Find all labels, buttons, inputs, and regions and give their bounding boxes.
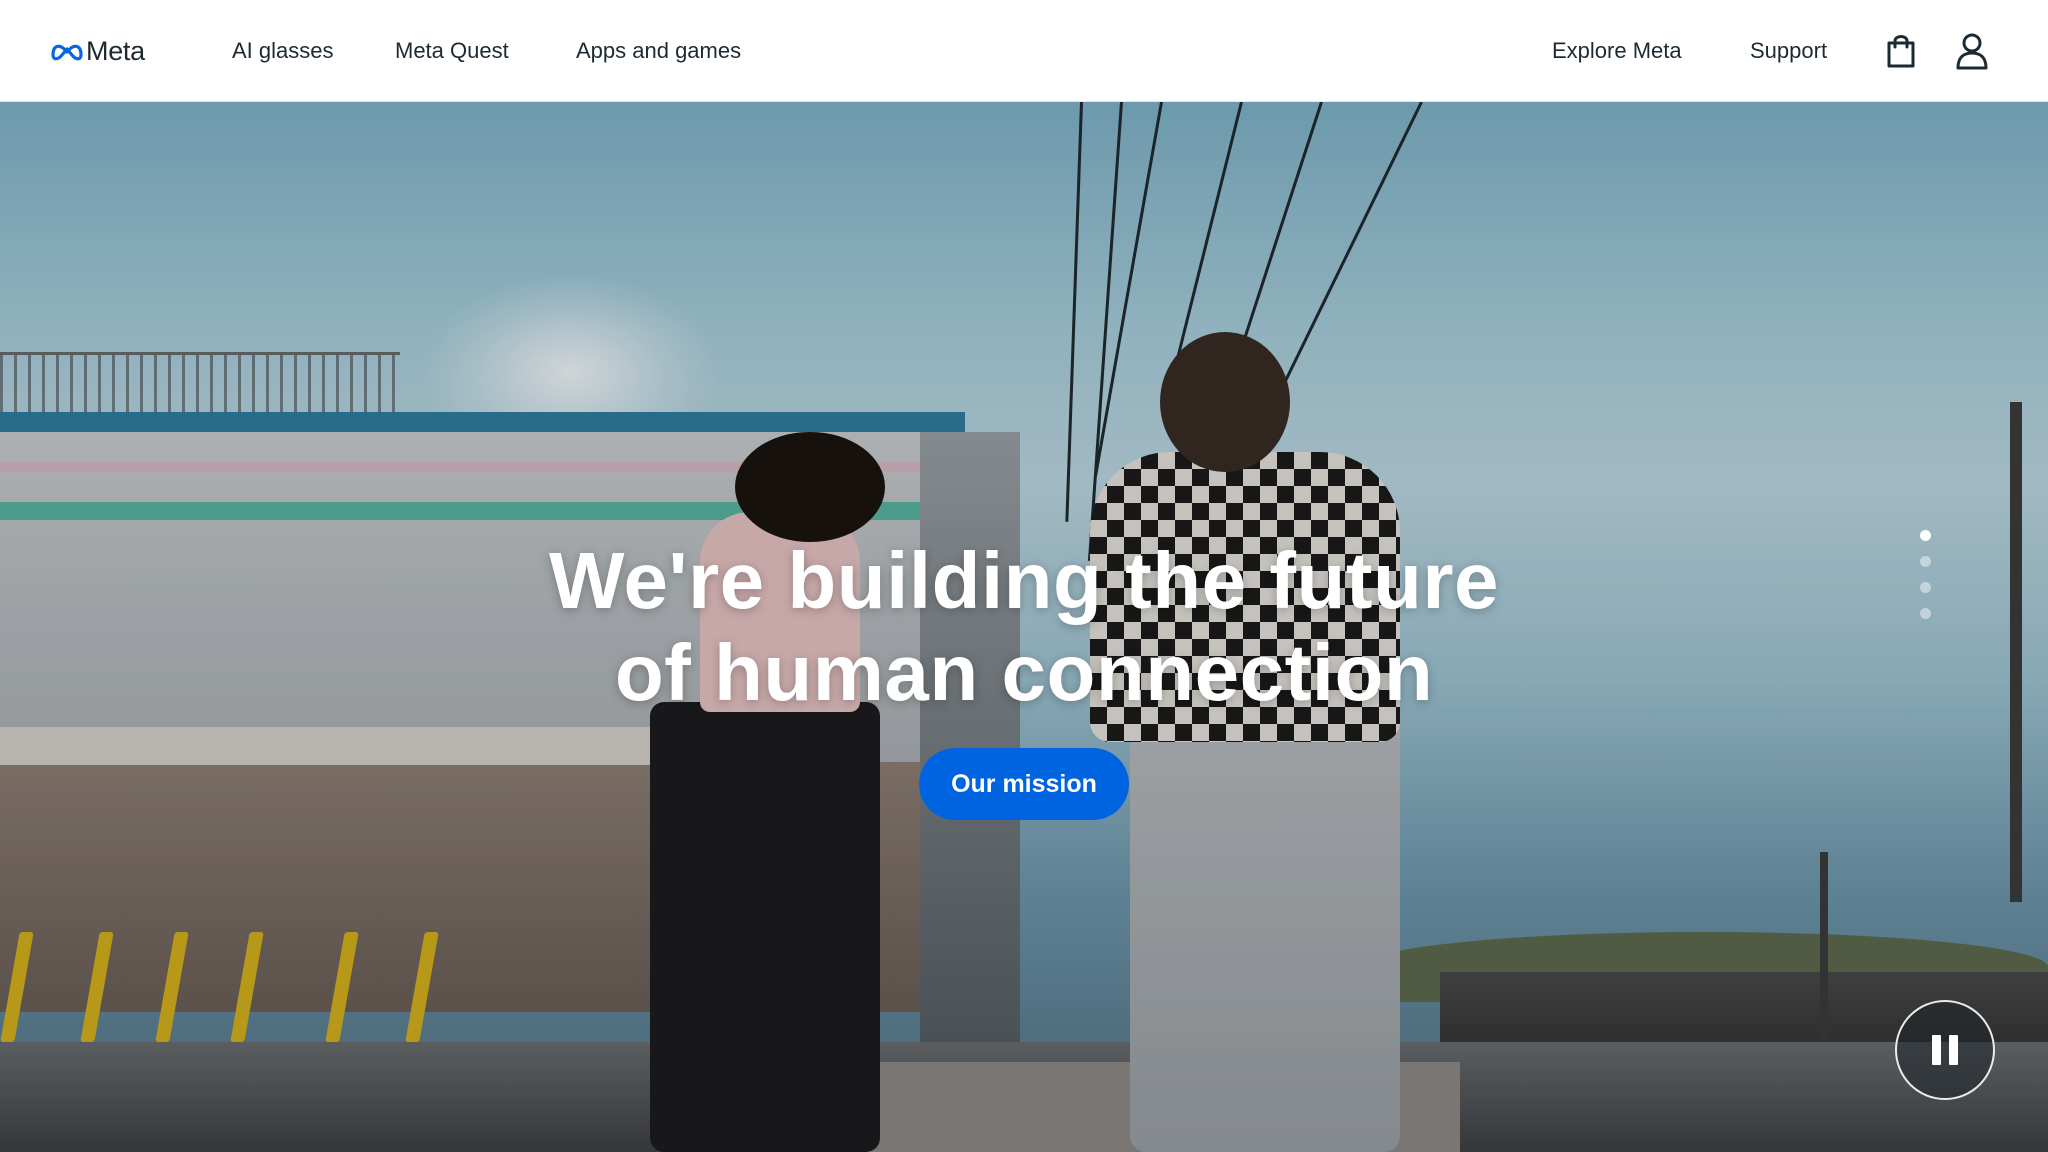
meta-infinity-icon [51, 44, 83, 61]
nav-explore-meta[interactable]: Explore Meta [1552, 36, 1682, 66]
meta-logo[interactable]: Meta [50, 34, 145, 68]
hero-headline: We're building the future of human conne… [0, 535, 2048, 719]
carousel-indicators [1920, 530, 1932, 634]
nav-apps-and-games[interactable]: Apps and games [576, 36, 741, 66]
shopping-bag-icon[interactable] [1881, 30, 1921, 72]
pause-button[interactable] [1895, 1000, 1995, 1100]
our-mission-button[interactable]: Our mission [919, 748, 1129, 820]
logo-text: Meta [86, 35, 145, 66]
carousel-dot-2[interactable] [1920, 556, 1931, 567]
nav-meta-quest[interactable]: Meta Quest [395, 36, 509, 66]
hero-section: We're building the future of human conne… [0, 102, 2048, 1152]
user-icon[interactable] [1952, 30, 1992, 72]
pause-icon [1932, 1035, 1941, 1065]
nav-ai-glasses[interactable]: AI glasses [232, 36, 334, 66]
hero-headline-line1: We're building the future [548, 536, 1500, 625]
carousel-dot-1[interactable] [1920, 530, 1931, 541]
nav-support[interactable]: Support [1750, 36, 1827, 66]
site-header: Meta AI glasses Meta Quest Apps and game… [0, 0, 2048, 102]
carousel-dot-3[interactable] [1920, 582, 1931, 593]
hero-headline-line2: of human connection [614, 628, 1434, 717]
carousel-dot-4[interactable] [1920, 608, 1931, 619]
